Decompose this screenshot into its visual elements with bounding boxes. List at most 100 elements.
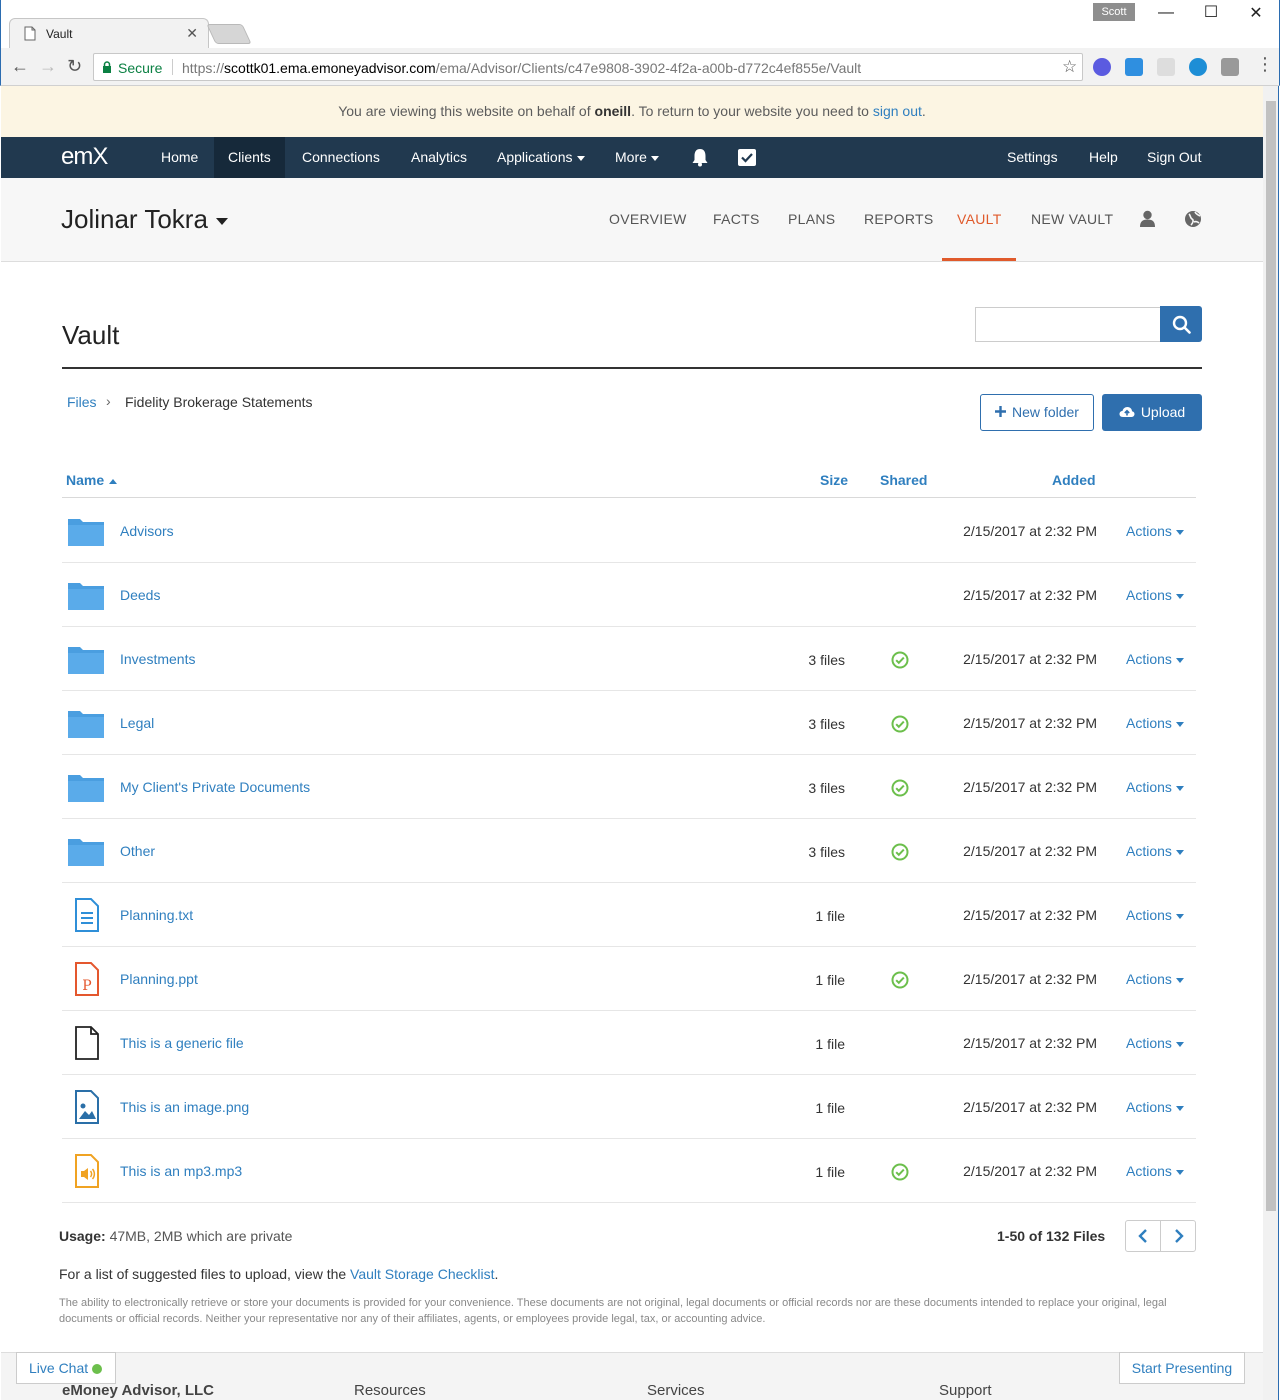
- file-row[interactable]: Investments 3 files 2/15/2017 at 2:32 PM Ac…: [62, 627, 1196, 691]
- file-size: 1 file: [815, 972, 845, 988]
- col-shared-header[interactable]: Shared: [880, 472, 927, 488]
- nav-more[interactable]: More: [601, 137, 673, 178]
- person-icon[interactable]: [1139, 210, 1156, 227]
- nav-clients[interactable]: Clients: [214, 137, 285, 178]
- file-name-link[interactable]: This is a generic file: [120, 1035, 244, 1051]
- prev-page-button[interactable]: [1126, 1221, 1161, 1251]
- address-bar[interactable]: Secure https://scottk01.ema.emoneyadviso…: [93, 53, 1083, 81]
- actions-dropdown[interactable]: Actions: [1126, 523, 1184, 539]
- nav-connections[interactable]: Connections: [288, 137, 394, 178]
- subnav-vault[interactable]: VAULT: [957, 211, 1002, 227]
- nav-help[interactable]: Help: [1075, 137, 1132, 178]
- vault-storage-checklist-link[interactable]: Vault Storage Checklist: [350, 1266, 494, 1282]
- file-row[interactable]: Other 3 files 2/15/2017 at 2:32 PM Actions: [62, 819, 1196, 883]
- profile-badge[interactable]: Scott: [1093, 3, 1135, 21]
- file-row[interactable]: Deeds 2/15/2017 at 2:32 PM Actions: [62, 563, 1196, 627]
- actions-dropdown[interactable]: Actions: [1126, 715, 1184, 731]
- vault-search-input[interactable]: [975, 307, 1161, 342]
- maximize-icon[interactable]: ☐: [1196, 2, 1226, 22]
- browser-tab[interactable]: Vault ✕: [9, 18, 209, 48]
- bookmark-star-icon[interactable]: ☆: [1062, 57, 1077, 77]
- file-name-link[interactable]: Deeds: [120, 587, 160, 603]
- upload-button[interactable]: Upload: [1102, 394, 1202, 431]
- col-size-header[interactable]: Size: [820, 472, 848, 488]
- url-text[interactable]: https://scottk01.ema.emoneyadvisor.com/e…: [182, 60, 861, 76]
- task-checkbox-icon[interactable]: [738, 149, 756, 166]
- actions-dropdown[interactable]: Actions: [1126, 971, 1184, 987]
- reload-icon[interactable]: ↻: [67, 56, 82, 77]
- minimize-icon[interactable]: —: [1151, 4, 1181, 22]
- file-row[interactable]: P Planning.ppt 1 file 2/15/2017 at 2:32 PM A…: [62, 947, 1196, 1011]
- file-name-link[interactable]: Planning.ppt: [120, 971, 198, 987]
- file-name-link[interactable]: Legal: [120, 715, 154, 731]
- file-name-link[interactable]: Advisors: [120, 523, 174, 539]
- next-page-button[interactable]: [1161, 1221, 1196, 1251]
- new-folder-button[interactable]: New folder: [980, 394, 1094, 431]
- file-row[interactable]: Planning.txt 1 file 2/15/2017 at 2:32 PM Ac…: [62, 883, 1196, 947]
- forward-icon[interactable]: →: [39, 56, 57, 77]
- window-close-icon[interactable]: ✕: [1241, 3, 1271, 23]
- subnav-new-vault[interactable]: NEW VAULT: [1031, 211, 1113, 227]
- back-icon[interactable]: ←: [11, 56, 29, 77]
- footer-services[interactable]: Services: [647, 1382, 705, 1399]
- file-name-link[interactable]: This is an image.png: [120, 1099, 249, 1115]
- file-name-link[interactable]: Investments: [120, 651, 195, 667]
- file-row[interactable]: Legal 3 files 2/15/2017 at 2:32 PM Actions: [62, 691, 1196, 755]
- extension-icon-5[interactable]: [1221, 58, 1239, 76]
- subnav-plans[interactable]: PLANS: [788, 211, 835, 227]
- client-name-dropdown[interactable]: Jolinar Tokra: [61, 204, 228, 235]
- actions-dropdown[interactable]: Actions: [1126, 779, 1184, 795]
- file-row[interactable]: This is a generic file 1 file 2/15/2017 at…: [62, 1011, 1196, 1075]
- footer-resources[interactable]: Resources: [354, 1382, 426, 1399]
- row-icon: [66, 1153, 106, 1189]
- search-button[interactable]: [1160, 306, 1202, 342]
- new-tab-button[interactable]: [206, 24, 252, 44]
- actions-dropdown[interactable]: Actions: [1126, 907, 1184, 923]
- browser-menu-icon[interactable]: ⋮: [1256, 54, 1274, 75]
- nav-sign-out[interactable]: Sign Out: [1133, 137, 1215, 178]
- subnav-facts[interactable]: FACTS: [713, 211, 760, 227]
- extension-icon-1[interactable]: [1093, 58, 1111, 76]
- file-name-link[interactable]: This is an mp3.mp3: [120, 1163, 242, 1179]
- actions-label: Actions: [1126, 715, 1172, 731]
- file-name-link[interactable]: Planning.txt: [120, 907, 193, 923]
- footer-support[interactable]: Support: [939, 1382, 992, 1399]
- actions-dropdown[interactable]: Actions: [1126, 1035, 1184, 1051]
- file-name-link[interactable]: My Client's Private Documents: [120, 779, 310, 795]
- tab-close-icon[interactable]: ✕: [186, 25, 198, 42]
- chevron-down-icon: [1175, 1105, 1184, 1111]
- sign-out-link[interactable]: sign out: [873, 103, 922, 119]
- scrollbar-thumb[interactable]: [1266, 101, 1276, 1211]
- nav-home[interactable]: Home: [147, 137, 212, 178]
- extension-icon-3[interactable]: [1157, 58, 1175, 76]
- nav-applications[interactable]: Applications: [483, 137, 599, 178]
- col-name-header[interactable]: Name: [66, 472, 118, 488]
- subnav-overview[interactable]: OVERVIEW: [609, 211, 687, 227]
- col-added-header[interactable]: Added: [1052, 472, 1096, 488]
- start-presenting-button[interactable]: Start Presenting: [1119, 1352, 1245, 1384]
- usage-value: 47MB, 2MB which are private: [105, 1228, 293, 1244]
- actions-dropdown[interactable]: Actions: [1126, 587, 1184, 603]
- page-scrollbar[interactable]: [1263, 86, 1279, 1400]
- file-row[interactable]: This is an mp3.mp3 1 file 2/15/2017 at 2:3…: [62, 1139, 1196, 1203]
- actions-dropdown[interactable]: Actions: [1126, 1099, 1184, 1115]
- live-chat-button[interactable]: Live Chat: [16, 1352, 116, 1384]
- breadcrumb-files[interactable]: Files: [67, 394, 97, 410]
- chevron-left-icon: [1138, 1229, 1147, 1243]
- file-row[interactable]: My Client's Private Documents 3 files 2/15…: [62, 755, 1196, 819]
- globe-icon[interactable]: [1184, 210, 1202, 228]
- bell-icon[interactable]: [691, 148, 709, 167]
- actions-dropdown[interactable]: Actions: [1126, 843, 1184, 859]
- file-row[interactable]: This is an image.png 1 file 2/15/2017 at 2…: [62, 1075, 1196, 1139]
- file-row[interactable]: Advisors 2/15/2017 at 2:32 PM Actions: [62, 499, 1196, 563]
- extension-icon-2[interactable]: [1125, 58, 1143, 76]
- subnav-reports[interactable]: REPORTS: [864, 211, 934, 227]
- extension-icon-4[interactable]: [1189, 58, 1207, 76]
- actions-dropdown[interactable]: Actions: [1126, 651, 1184, 667]
- actions-dropdown[interactable]: Actions: [1126, 1163, 1184, 1179]
- actions-label: Actions: [1126, 1163, 1172, 1179]
- nav-analytics[interactable]: Analytics: [397, 137, 481, 178]
- emx-logo[interactable]: emX: [61, 143, 108, 171]
- nav-settings[interactable]: Settings: [993, 137, 1072, 178]
- file-name-link[interactable]: Other: [120, 843, 155, 859]
